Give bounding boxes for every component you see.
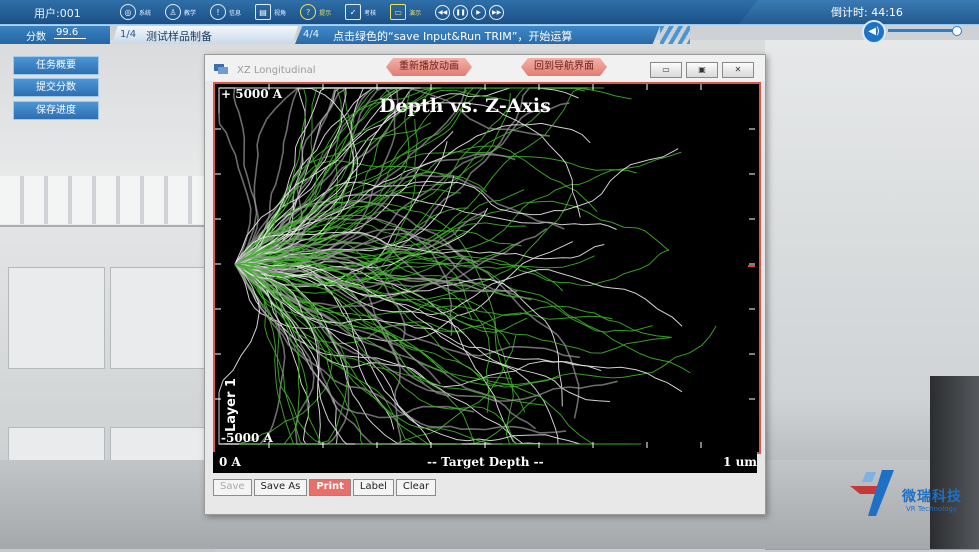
- window-title: XZ Longitudinal: [237, 65, 316, 76]
- close-button[interactable]: ✕: [722, 62, 754, 78]
- submit-score-button[interactable]: 提交分数: [13, 78, 99, 97]
- plot-title: Depth vs. Z-Axis: [379, 95, 551, 117]
- step-title: 测试样品制备: [146, 30, 212, 43]
- replay-animation-button[interactable]: 重新播放动画: [386, 58, 472, 76]
- task-overview-button[interactable]: 任务概要: [13, 56, 99, 75]
- step-instruction: 4/4 点击绿色的“save Input&Run TRIM”，开始运算: [295, 26, 660, 44]
- depth-marker: [748, 265, 755, 267]
- media-controls: ◀◀ ❚❚ ▶ ▶▶: [435, 2, 505, 22]
- save-button[interactable]: Save: [213, 479, 252, 496]
- ion-track: [234, 87, 323, 265]
- save-as-button[interactable]: Save As: [253, 479, 308, 496]
- app-icon: [214, 64, 228, 74]
- score-label: 分数: [26, 32, 46, 43]
- user-label: 用户:001: [34, 7, 81, 20]
- teacher-icon: ♙: [165, 4, 182, 20]
- y-axis-top-label: + 5000 A: [221, 87, 283, 101]
- maximize-button[interactable]: ▣: [686, 62, 718, 78]
- monitor-icon: ▭: [390, 4, 407, 20]
- trim-plot-window: XZ Longitudinal ▭ ▣ ✕ + 5000 A -5000 A D…: [204, 54, 766, 515]
- minimize-button[interactable]: ▭: [650, 62, 682, 78]
- question-icon: ?: [300, 4, 317, 20]
- background-blinds: [0, 176, 215, 224]
- ion-track: [218, 87, 259, 265]
- step-number: 1/4: [120, 29, 137, 40]
- menu-hint[interactable]: ? 提示: [300, 2, 331, 22]
- menu-hint-label: 提示: [319, 9, 332, 17]
- menu-exam[interactable]: ✓ 考核: [345, 2, 376, 22]
- clear-button[interactable]: Clear: [395, 479, 437, 496]
- cabinet-door: [8, 267, 105, 369]
- step-number: 4/4: [303, 29, 320, 40]
- ion-trajectory-plot: + 5000 A -5000 A Depth vs. Z-Axis Layer …: [213, 82, 761, 454]
- warning-icon: !: [210, 4, 227, 20]
- speaker-icon[interactable]: ◀): [862, 20, 886, 44]
- background-instrument: [930, 376, 979, 549]
- plot-actions: Save Save As Print Label Clear: [213, 479, 437, 496]
- ion-track: [234, 263, 630, 445]
- globe-icon: ◎: [120, 4, 136, 20]
- x-axis-right-label: 1 um: [723, 455, 757, 469]
- logo-text: 微瑞科技: [902, 489, 962, 505]
- print-button[interactable]: Print: [309, 479, 351, 496]
- menu-info-label: 信息: [229, 9, 242, 17]
- menu-view[interactable]: ▤ 视角: [255, 2, 286, 22]
- menu-demo-label: 演示: [409, 9, 422, 17]
- window-titlebar[interactable]: XZ Longitudinal ▭ ▣ ✕: [205, 55, 765, 81]
- cabinet-door: [110, 267, 207, 369]
- label-button[interactable]: Label: [352, 479, 394, 496]
- fast-forward-icon[interactable]: ▶▶: [489, 4, 505, 20]
- timer-text: 倒计时: 44:16: [831, 6, 903, 19]
- y-axis-bottom-label: -5000 A: [221, 431, 274, 445]
- menu-teaching[interactable]: ♙ 教学: [165, 2, 196, 22]
- pause-icon[interactable]: ❚❚: [453, 4, 469, 20]
- decorative-stripes: [660, 26, 690, 44]
- step-indicator-current: 1/4 测试样品制备: [112, 26, 298, 44]
- menu-view-label: 视角: [274, 9, 287, 17]
- menu-system-label: 系统: [139, 9, 152, 17]
- x-axis-bar: 0 A -- Target Depth -- 1 um: [213, 452, 757, 473]
- back-to-navigation-button[interactable]: 回到导航界面: [521, 58, 607, 76]
- volume-control[interactable]: ◀): [862, 20, 972, 44]
- menu-info[interactable]: ! 信息: [210, 2, 241, 22]
- logo-subtext: VR Technology: [906, 505, 958, 513]
- play-icon[interactable]: ▶: [471, 4, 487, 20]
- menu-demo[interactable]: ▭ 演示: [390, 2, 421, 22]
- company-logo: 微瑞科技 VR Technology: [846, 464, 976, 520]
- step-instruction-text: 点击绿色的“save Input&Run TRIM”，开始运算: [333, 30, 573, 43]
- menu-exam-label: 考核: [364, 9, 377, 17]
- x-axis-left-label: 0 A: [219, 455, 241, 469]
- volume-slider-track[interactable]: [888, 29, 956, 32]
- picture-icon: ▤: [255, 4, 272, 20]
- x-axis-title: -- Target Depth --: [427, 455, 544, 469]
- trajectory-canvas: + 5000 A -5000 A Depth vs. Z-Axis Layer …: [215, 84, 755, 448]
- logo-mark-icon: [850, 470, 894, 516]
- menu-teaching-label: 教学: [184, 9, 197, 17]
- score-value: 99.6: [54, 27, 86, 39]
- top-toolbar: 用户:001 ◎ 系统 ♙ 教学 ! 信息 ▤ 视角 ? 提示 ✓ 考核 ▭ 演…: [0, 0, 979, 25]
- ion-tracks: [218, 87, 717, 445]
- volume-slider-knob[interactable]: [952, 26, 962, 36]
- layer-label: Layer 1: [224, 378, 239, 432]
- top-menu: ◎ 系统 ♙ 教学 ! 信息 ▤ 视角 ? 提示 ✓ 考核 ▭ 演示 ◀◀ ❚❚: [120, 2, 505, 22]
- score-box: 分数 99.6: [0, 26, 110, 44]
- save-progress-button[interactable]: 保存进度: [13, 101, 99, 120]
- clipboard-icon: ✓: [345, 4, 362, 20]
- menu-system[interactable]: ◎ 系统: [120, 2, 151, 22]
- rewind-icon[interactable]: ◀◀: [435, 4, 451, 20]
